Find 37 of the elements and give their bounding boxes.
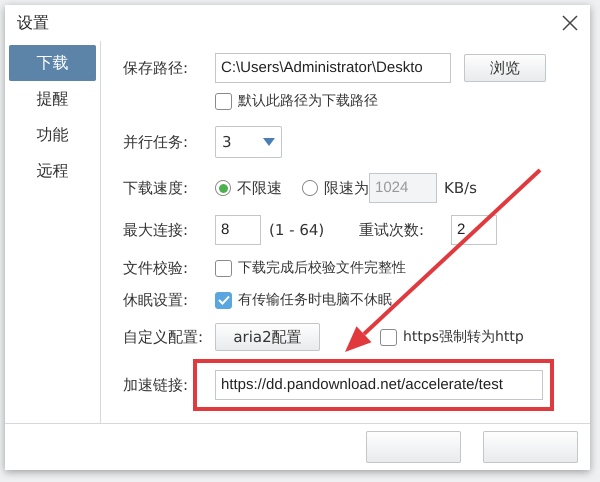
- sidebar-tab[interactable]: 下载: [9, 45, 96, 81]
- checkbox[interactable]: [215, 292, 232, 308]
- task-count-dropdown[interactable]: 3: [215, 126, 282, 158]
- radio-button[interactable]: [215, 180, 231, 196]
- field-label: 并行任务:: [123, 132, 190, 153]
- range-hint: (1 - 64): [269, 220, 326, 241]
- radio-label: 限速为: [324, 178, 369, 199]
- sidebar-tab[interactable]: 提醒: [9, 81, 96, 117]
- field-label: 最大连接:: [123, 220, 190, 241]
- unit-label: KB/s: [444, 178, 477, 199]
- checkbox[interactable]: [380, 328, 397, 346]
- sidebar-tab[interactable]: 远程: [9, 153, 96, 189]
- checkbox-label: https强制转为http: [403, 328, 524, 346]
- checkbox-label: 有传输任务时电脑不休眠: [238, 290, 392, 310]
- sidebar-tab[interactable]: 功能: [9, 117, 96, 153]
- checkbox[interactable]: [215, 92, 232, 110]
- field-label: 下载速度:: [123, 178, 190, 199]
- browse-button[interactable]: 浏览: [464, 54, 546, 82]
- checkbox[interactable]: [215, 260, 232, 276]
- window-title: 设置: [17, 12, 49, 34]
- close-icon[interactable]: [562, 15, 578, 31]
- radio-label: 不限速: [237, 178, 282, 199]
- checkbox-label: 下载完成后校验文件完整性: [238, 258, 406, 278]
- field-label: 休眠设置:: [123, 290, 190, 311]
- field-label: 保存路径:: [123, 58, 190, 79]
- field-label: 自定义配置:: [123, 326, 204, 348]
- dropdown-arrow-icon: [263, 138, 275, 146]
- field-label: 文件校验:: [123, 258, 190, 279]
- connections-field[interactable]: 8: [215, 215, 261, 245]
- aria2-config-button[interactable]: aria2配置: [215, 323, 320, 351]
- accelerate-link-field[interactable]: https://dd.pandownload.net/accelerate/test: [215, 370, 543, 400]
- field-label: 重试次数:: [359, 220, 426, 241]
- path-field[interactable]: C:\Users\Administrator\Deskto: [215, 53, 451, 83]
- field-label: 加速链接:: [123, 374, 190, 396]
- checkmark-icon: [218, 295, 230, 305]
- radio-button[interactable]: [302, 180, 318, 196]
- checkbox-label: 默认此路径为下载路径: [238, 92, 378, 110]
